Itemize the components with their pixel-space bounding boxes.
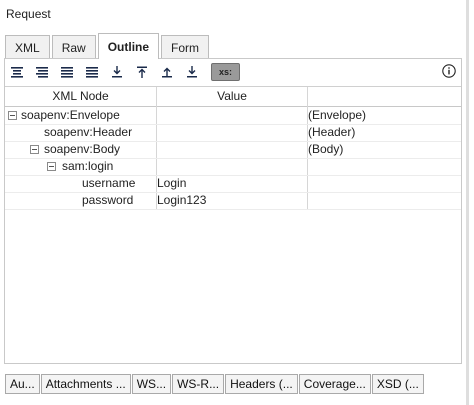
table-row[interactable]: soapenv:Body (Body) <box>5 141 461 159</box>
tab-ws-replay[interactable]: WS-R... <box>172 374 225 394</box>
node-type: (Envelope) <box>308 108 367 122</box>
request-title: Request <box>6 7 51 21</box>
tab-attachments[interactable]: Attachments ... <box>40 374 131 394</box>
column-header-xml-node[interactable]: XML Node <box>5 87 156 106</box>
tab-auth[interactable]: Au... <box>5 374 40 394</box>
node-name: soapenv:Header <box>44 125 133 139</box>
tab-coverage[interactable]: Coverage... <box>298 374 371 394</box>
column-header-type[interactable] <box>308 87 461 106</box>
node-name: password <box>82 193 134 207</box>
arrow-up-bar-icon[interactable] <box>133 63 151 81</box>
editor-tabs: XML Raw Outline Form <box>5 33 211 59</box>
panel-divider <box>4 363 462 364</box>
outline-toolbar: xs: <box>8 63 240 81</box>
collapse-icon[interactable] <box>30 145 39 154</box>
outline-table: XML Node Value soapenv:Envelope (Envelop… <box>5 86 461 365</box>
node-name: username <box>82 176 136 190</box>
window-edge-scrollbar[interactable] <box>466 0 469 405</box>
tab-form[interactable]: Form <box>161 35 210 59</box>
info-icon[interactable] <box>442 64 456 78</box>
collapse-icon[interactable] <box>8 111 17 120</box>
tab-ws[interactable]: WS... <box>131 374 172 394</box>
align-lines-icon[interactable] <box>8 63 26 81</box>
table-row[interactable]: username Login <box>5 175 461 193</box>
node-type: (Body) <box>308 142 344 156</box>
tab-xsd[interactable]: XSD (... <box>371 374 424 394</box>
tab-raw[interactable]: Raw <box>51 35 96 59</box>
node-name: soapenv:Envelope <box>21 108 120 122</box>
tab-outline[interactable]: Outline <box>97 33 160 59</box>
arrow-down-bar-icon[interactable] <box>183 63 201 81</box>
xs-toggle-button[interactable]: xs: <box>211 63 240 81</box>
tab-headers[interactable]: Headers (... <box>225 374 298 394</box>
tab-xml[interactable]: XML <box>5 35 50 59</box>
table-row[interactable]: password Login123 <box>5 192 461 210</box>
bottom-tabs: Au... Attachments ... WS... WS-R... Head… <box>5 374 425 394</box>
node-value[interactable]: Login123 <box>157 192 206 209</box>
column-header-value[interactable]: Value <box>157 87 307 106</box>
table-row[interactable]: soapenv:Envelope (Envelope) <box>5 107 461 125</box>
align-lines-icon[interactable] <box>33 63 51 81</box>
table-header: XML Node Value <box>5 87 461 107</box>
collapse-icon[interactable] <box>47 162 56 171</box>
align-lines-icon[interactable] <box>58 63 76 81</box>
node-type: (Header) <box>308 125 356 139</box>
align-lines-icon[interactable] <box>83 63 101 81</box>
table-row[interactable]: soapenv:Header (Header) <box>5 124 461 142</box>
node-value[interactable]: Login <box>157 175 186 192</box>
arrow-down-bar-icon[interactable] <box>108 63 126 81</box>
arrow-up-bar-icon[interactable] <box>158 63 176 81</box>
node-name: sam:login <box>62 159 114 173</box>
table-row[interactable]: sam:login <box>5 158 461 176</box>
node-name: soapenv:Body <box>44 142 121 156</box>
